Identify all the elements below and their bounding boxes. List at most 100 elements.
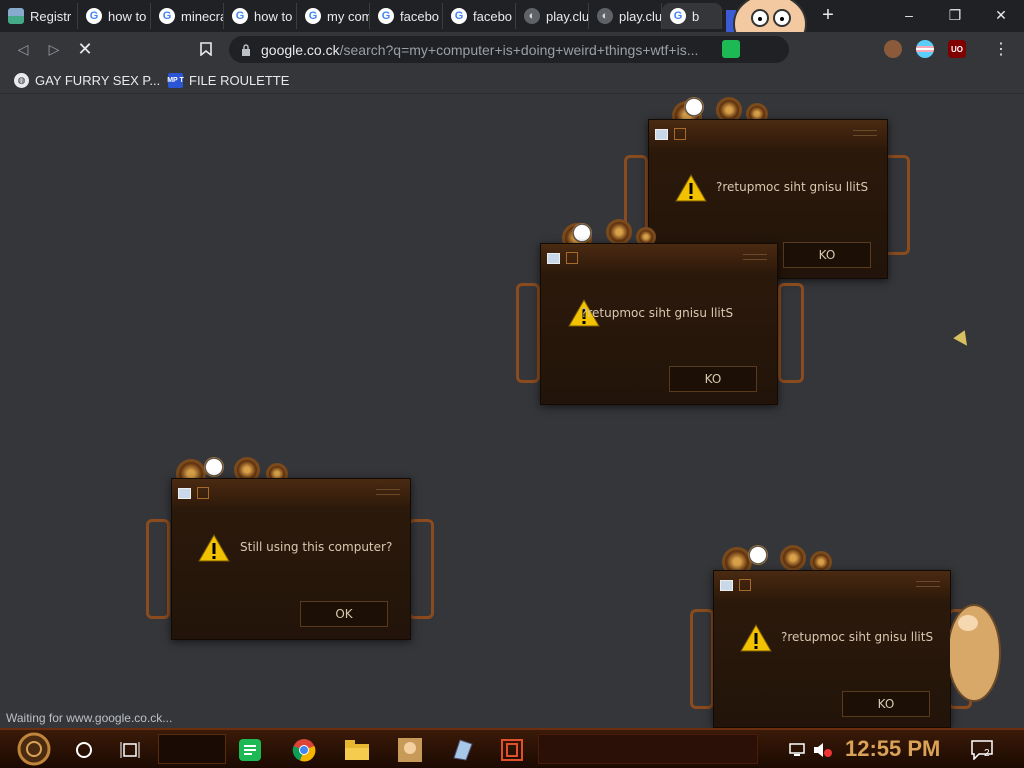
cursor-icon xyxy=(953,330,973,350)
app-icon xyxy=(197,487,209,499)
tab-facebook-2[interactable]: G facebo xyxy=(443,3,516,29)
tab-facebook-1[interactable]: G facebo xyxy=(370,3,443,29)
tab-label: how to xyxy=(108,8,147,24)
bookmark-icon[interactable] xyxy=(195,38,217,60)
dialog-message: Still using this computer? xyxy=(240,540,393,554)
notification-count: 2 xyxy=(984,748,990,759)
dialog-message: ?retupmoc siht gnisu llitS xyxy=(716,180,869,194)
bookmark-item-1[interactable]: ◍ GAY FURRY SEX P... xyxy=(14,70,160,90)
bookmark-label: FILE ROULETTE xyxy=(189,72,290,88)
trans-flag-icon[interactable] xyxy=(916,40,934,58)
taskbar-spacer xyxy=(538,734,758,764)
dialog-message: ?retupmoc siht gnisu llitS xyxy=(781,630,934,644)
media-app-icon[interactable] xyxy=(498,736,526,764)
google-icon: G xyxy=(670,8,686,24)
url-text: google.co.ck/search?q=my+computer+is+doi… xyxy=(261,42,711,58)
task-view-icon[interactable] xyxy=(116,736,144,764)
taskbar-clock[interactable]: 12:55 PM xyxy=(845,736,940,762)
new-tab-button[interactable]: + xyxy=(817,4,839,26)
globe-icon: ◐ xyxy=(597,8,613,24)
warning-icon xyxy=(740,624,772,652)
tab-how-to-1[interactable]: G how to xyxy=(78,3,151,29)
tab-how-to-2[interactable]: G how to xyxy=(224,3,297,29)
google-icon: G xyxy=(159,8,175,24)
titlebar-grip xyxy=(916,581,940,587)
tab-registr[interactable]: Registr xyxy=(0,3,78,29)
app-icon xyxy=(674,128,686,140)
restore-button[interactable]: ❐ xyxy=(932,0,978,30)
google-icon: G xyxy=(451,8,467,24)
google-icon: G xyxy=(232,8,248,24)
window-icon xyxy=(720,579,733,591)
tab-label: facebo xyxy=(473,8,513,24)
app-icon xyxy=(566,252,578,264)
bookmark-item-file-roulette[interactable]: MP T FILE ROULETTE xyxy=(167,70,290,90)
tab-label: how to xyxy=(254,8,293,24)
google-icon: G xyxy=(378,8,394,24)
close-window-button[interactable]: ✕ xyxy=(978,0,1024,30)
stop-loading-icon[interactable]: ✕ xyxy=(74,38,96,60)
google-icon: G xyxy=(86,8,102,24)
forward-icon[interactable]: ▷ xyxy=(43,38,65,60)
back-icon[interactable]: ◁ xyxy=(12,38,34,60)
dialog-still-using: Still using this computer? OK xyxy=(171,478,411,640)
ublock-icon[interactable]: UO xyxy=(948,40,966,58)
feedly-app-icon[interactable] xyxy=(236,736,264,764)
tab-minecraft[interactable]: G minecra xyxy=(151,3,224,29)
minimize-button[interactable]: – xyxy=(886,0,932,30)
dialog-ko-button[interactable]: KO xyxy=(669,366,757,392)
tab-active[interactable]: G b xyxy=(662,3,722,29)
volume-muted-icon[interactable] xyxy=(808,736,836,764)
window-icon xyxy=(178,487,191,499)
feedly-extension-icon[interactable] xyxy=(722,40,740,58)
avatar-icon[interactable] xyxy=(884,40,902,58)
status-bubble: Waiting for www.google.co.ck... xyxy=(0,708,179,728)
dialog-message: ?retupmoc siht gnisu llitS xyxy=(581,306,733,320)
tab-label: b xyxy=(692,8,700,24)
dialog-titlebar xyxy=(172,479,410,507)
tab-label: play.clu xyxy=(619,8,662,24)
tab-label: minecra xyxy=(181,8,224,24)
window-icon xyxy=(655,128,668,140)
dialog-ok-button[interactable]: OK xyxy=(300,601,388,627)
dialog-ko-button[interactable]: KO xyxy=(842,691,930,717)
file-explorer-icon[interactable] xyxy=(343,736,371,764)
notes-app-icon[interactable] xyxy=(448,736,476,764)
globe-icon: ◍ xyxy=(14,72,29,88)
tab-label: Registr xyxy=(30,8,72,24)
globe-icon: ◐ xyxy=(524,8,540,24)
app-icon xyxy=(739,579,751,591)
chrome-icon[interactable] xyxy=(290,736,318,764)
game-app-icon[interactable] xyxy=(396,736,424,764)
start-button[interactable] xyxy=(14,732,54,766)
titlebar-grip xyxy=(376,489,400,495)
dialog-titlebar xyxy=(541,244,777,272)
bookmark-label: GAY FURRY SEX P... xyxy=(35,72,161,88)
dialog-body: ?retupmoc siht gnisu llitS KO xyxy=(714,599,950,727)
cortana-icon[interactable] xyxy=(70,736,98,764)
tab-label: play.clu xyxy=(546,8,589,24)
tab-play-clu-1[interactable]: ◐ play.clu xyxy=(516,3,589,29)
dialog-reversed-3: ?retupmoc siht gnisu llitS KO xyxy=(713,570,951,728)
tab-strip: Registr G how to G minecra G how to G my… xyxy=(0,0,1024,58)
tab-label: my com xyxy=(327,8,370,24)
taskbar: 12:55 PM 2 xyxy=(0,728,1024,768)
notifications-icon[interactable]: 2 xyxy=(968,736,996,764)
search-box[interactable] xyxy=(158,734,226,764)
tab-my-computer[interactable]: G my com xyxy=(297,3,370,29)
menu-icon[interactable]: ⋮ xyxy=(990,38,1012,60)
dialog-titlebar xyxy=(649,120,887,148)
dialog-reversed-2: ?retupmoc siht gnisu llitS KO xyxy=(540,243,778,405)
tab-label: facebo xyxy=(400,8,440,24)
bookmarks-bar: ◍ GAY FURRY SEX P... MP T FILE ROULETTE xyxy=(0,66,1024,94)
tab-play-clu-2[interactable]: ◐ play.clu xyxy=(589,3,662,29)
hamster-image xyxy=(950,604,1001,702)
dialog-body: ?retupmoc siht gnisu llitS KO xyxy=(541,272,777,404)
address-bar[interactable]: google.co.ck/search?q=my+computer+is+doi… xyxy=(229,36,789,63)
warning-icon xyxy=(675,174,707,202)
dialog-titlebar xyxy=(714,571,950,599)
titlebar-grip xyxy=(743,254,767,260)
dialog-body: Still using this computer? OK xyxy=(172,507,410,639)
google-icon: G xyxy=(305,8,321,24)
titlebar-grip xyxy=(853,130,877,136)
